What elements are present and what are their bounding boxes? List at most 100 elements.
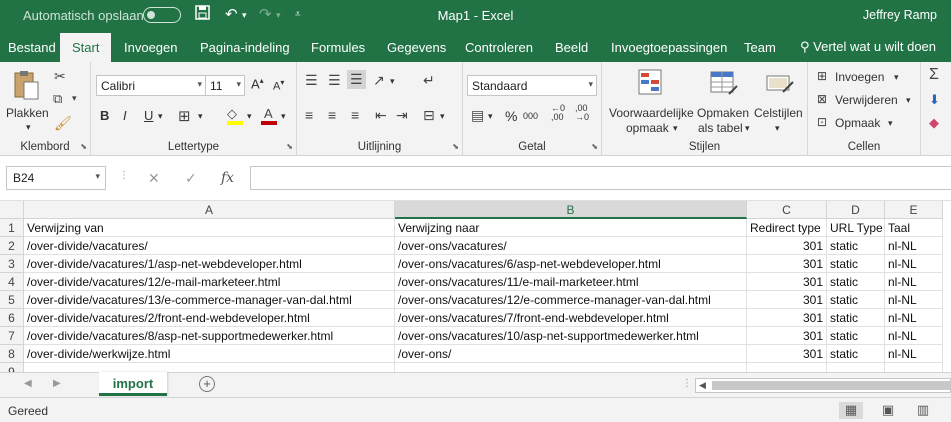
delete-cells-icon[interactable]: ⊠ [817,92,827,106]
tab-split-grip-icon[interactable]: ⋮ [682,378,692,389]
align-top-icon[interactable]: ☰ [305,72,318,89]
fill-icon[interactable]: ⬇ [929,92,940,108]
normal-view-icon[interactable]: ▦ [839,402,863,419]
alignment-launcher-icon[interactable]: ⬊ [452,142,459,151]
column-header-c[interactable]: C [747,201,827,219]
conditional-formatting-icon[interactable] [637,68,667,98]
clipboard-launcher-icon[interactable]: ⬊ [80,142,87,151]
align-right-icon[interactable]: ≡ [351,107,359,123]
merge-dropdown-icon[interactable]: ▾ [440,111,445,122]
row-header-3[interactable]: 3 [0,255,24,273]
cell-a7[interactable]: /over-divide/vacatures/8/asp-net-support… [24,327,395,345]
decrease-indent-icon[interactable]: ⇤ [375,107,387,124]
cell-e9[interactable] [885,363,943,372]
cell-c6[interactable]: 301 [747,309,827,327]
cell-c1[interactable]: Redirect type [747,219,827,237]
tab-pagina-indeling[interactable]: Pagina-indeling [200,40,290,55]
cell-b8[interactable]: /over-ons/ [395,345,747,363]
select-all-corner[interactable] [0,201,24,219]
sheet-tab-import[interactable]: import [99,372,167,396]
increase-indent-icon[interactable]: ⇥ [396,107,408,124]
insert-dropdown-icon[interactable]: ▾ [894,72,899,83]
cell-a5[interactable]: /over-divide/vacatures/13/e-commerce-man… [24,291,395,309]
cell-e2[interactable]: nl-NL [885,237,943,255]
decrease-decimal-icon[interactable]: ,00 →0 [575,104,589,122]
fill-color-dropdown-icon[interactable]: ▾ [247,111,252,122]
tab-invoegen[interactable]: Invoegen [124,40,178,55]
column-header-b[interactable]: B [395,201,747,219]
cell-d1[interactable]: URL Type [827,219,885,237]
cell-d5[interactable]: static [827,291,885,309]
format-as-table-line1[interactable]: Opmaken [697,106,749,120]
format-cells-button[interactable]: Opmaak [835,116,880,130]
number-format-combo[interactable]: Standaard ▾ [467,75,597,96]
paste-dropdown-icon[interactable]: ▾ [26,122,31,133]
prev-sheet-icon[interactable]: ◀ [24,378,32,389]
grow-font-icon[interactable]: A▴ [251,76,264,91]
cell-b2[interactable]: /over-ons/vacatures/ [395,237,747,255]
row-header-2[interactable]: 2 [0,237,24,255]
align-left-icon[interactable]: ≡ [305,107,313,123]
tab-invoegtoepassingen[interactable]: Invoegtoepassingen [611,40,727,55]
cell-a4[interactable]: /over-divide/vacatures/12/e-mail-markete… [24,273,395,291]
format-as-table-icon[interactable] [709,68,739,98]
enter-icon[interactable]: ✓ [185,170,197,187]
spreadsheet-grid[interactable]: ABCDE 1 Verwijzing van Verwijzing naar Redi… [0,201,951,372]
bold-button[interactable]: B [100,108,109,123]
autosum-icon[interactable]: Σ [929,66,939,84]
cell-d7[interactable]: static [827,327,885,345]
tab-beeld[interactable]: Beeld [555,40,588,55]
orientation-dropdown-icon[interactable]: ▾ [390,76,395,87]
tab-bestand[interactable]: Bestand [8,40,56,55]
tab-team[interactable]: Team [744,40,776,55]
cell-d8[interactable]: static [827,345,885,363]
font-launcher-icon[interactable]: ⬊ [286,142,293,151]
cell-b7[interactable]: /over-ons/vacatures/10/asp-net-supportme… [395,327,747,345]
cell-e3[interactable]: nl-NL [885,255,943,273]
cell-c2[interactable]: 301 [747,237,827,255]
tell-me-search[interactable]: ⚲ Vertel wat u wilt doen [800,39,936,55]
conditional-dropdown-icon[interactable]: ▾ [673,123,678,134]
cell-a1[interactable]: Verwijzing van [24,219,395,237]
row-header-8[interactable]: 8 [0,345,24,363]
row-header-6[interactable]: 6 [0,309,24,327]
copy-dropdown-icon[interactable]: ▾ [72,93,77,104]
cell-e5[interactable]: nl-NL [885,291,943,309]
cell-d3[interactable]: static [827,255,885,273]
merge-center-icon[interactable]: ⊟ [423,107,435,124]
column-header-e[interactable]: E [885,201,943,219]
cell-a9[interactable] [24,363,395,372]
italic-button[interactable]: I [123,108,127,123]
cell-d2[interactable]: static [827,237,885,255]
scrollbar-thumb[interactable] [712,381,951,390]
cell-d4[interactable]: static [827,273,885,291]
cell-styles-dropdown-icon[interactable]: ▾ [775,123,780,134]
tab-gegevens[interactable]: Gegevens [387,40,446,55]
cell-styles-button[interactable]: Celstijlen [754,106,803,120]
font-size-combo[interactable]: 11 ▾ [205,75,245,96]
cell-e6[interactable]: nl-NL [885,309,943,327]
row-header-5[interactable]: 5 [0,291,24,309]
cell-b3[interactable]: /over-ons/vacatures/6/asp-net-webdevelop… [395,255,747,273]
column-header-a[interactable]: A [24,201,395,219]
scroll-left-icon[interactable]: ◀ [699,380,706,391]
cell-c4[interactable]: 301 [747,273,827,291]
conditional-formatting-line1[interactable]: Voorwaardelijke [609,106,694,120]
cell-a6[interactable]: /over-divide/vacatures/2/front-end-webde… [24,309,395,327]
page-layout-view-icon[interactable]: ▣ [876,402,900,419]
cell-e7[interactable]: nl-NL [885,327,943,345]
cell-d6[interactable]: static [827,309,885,327]
cut-icon[interactable]: ✂ [54,68,66,85]
tab-start[interactable]: Start [60,33,112,62]
clear-icon[interactable]: ◆ [929,115,939,131]
increase-decimal-icon[interactable]: ←0,00 [551,104,565,122]
copy-icon[interactable]: ⧉ [53,91,62,107]
insert-cells-icon[interactable]: ⊞ [817,69,827,83]
cell-a2[interactable]: /over-divide/vacatures/ [24,237,395,255]
cell-c7[interactable]: 301 [747,327,827,345]
insert-function-icon[interactable]: fx [221,170,234,186]
cell-b5[interactable]: /over-ons/vacatures/12/e-commerce-manage… [395,291,747,309]
font-color-dropdown-icon[interactable]: ▾ [281,111,286,122]
cancel-icon[interactable]: ✕ [148,170,160,187]
cell-e1[interactable]: Taal [885,219,943,237]
